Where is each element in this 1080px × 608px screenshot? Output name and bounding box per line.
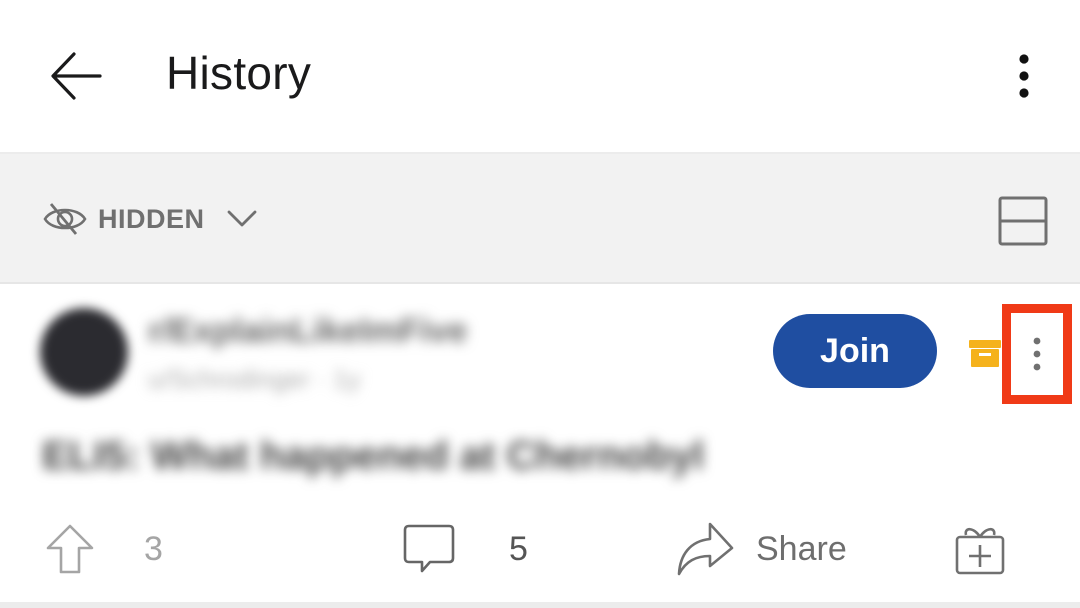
upvote-count: 3 [144,529,163,568]
comment-count: 5 [509,529,528,568]
community-avatar[interactable] [40,308,128,396]
more-vertical-icon [1019,54,1029,98]
chevron-down-icon [227,210,256,227]
card-layout-icon [998,196,1048,246]
more-vertical-icon [1033,337,1041,371]
gift-plus-icon [955,527,1005,575]
post-card[interactable]: r/ExplainLikeImFive u/Schrodinger · 1y J… [0,284,1080,602]
comment-bubble-icon [403,524,455,573]
community-name[interactable]: r/ExplainLikeImFive [148,312,467,351]
filter-label: HIDDEN [98,203,205,234]
app-bar: History [0,0,1080,152]
share-arrow-icon [677,522,734,576]
page-title: History [166,47,312,99]
upvote-arrow-icon [46,524,94,574]
divider [0,602,1080,608]
hidden-filter-dropdown[interactable]: HIDDEN [42,194,257,244]
back-button[interactable] [44,44,108,108]
layout-toggle-button[interactable] [994,192,1052,250]
post-title[interactable]: ELI5: What happened at Chernobyl [42,434,704,479]
comments-button[interactable]: 5 [403,522,528,576]
upvote-button[interactable]: 3 [44,522,163,576]
overflow-menu-button[interactable] [1000,46,1048,106]
archive-icon [969,340,1001,367]
eye-off-icon [43,203,87,235]
post-meta: u/Schrodinger · 1y [148,364,361,394]
filter-bar: HIDDEN [0,152,1080,284]
share-label: Share [756,529,847,568]
join-button[interactable]: Join [773,314,937,388]
post-actions-bar: 3 5 Share [0,504,1080,594]
arrow-left-icon [51,52,102,100]
award-button[interactable] [954,522,1006,576]
post-more-options-button[interactable] [1002,304,1072,404]
share-button[interactable]: Share [676,522,847,576]
